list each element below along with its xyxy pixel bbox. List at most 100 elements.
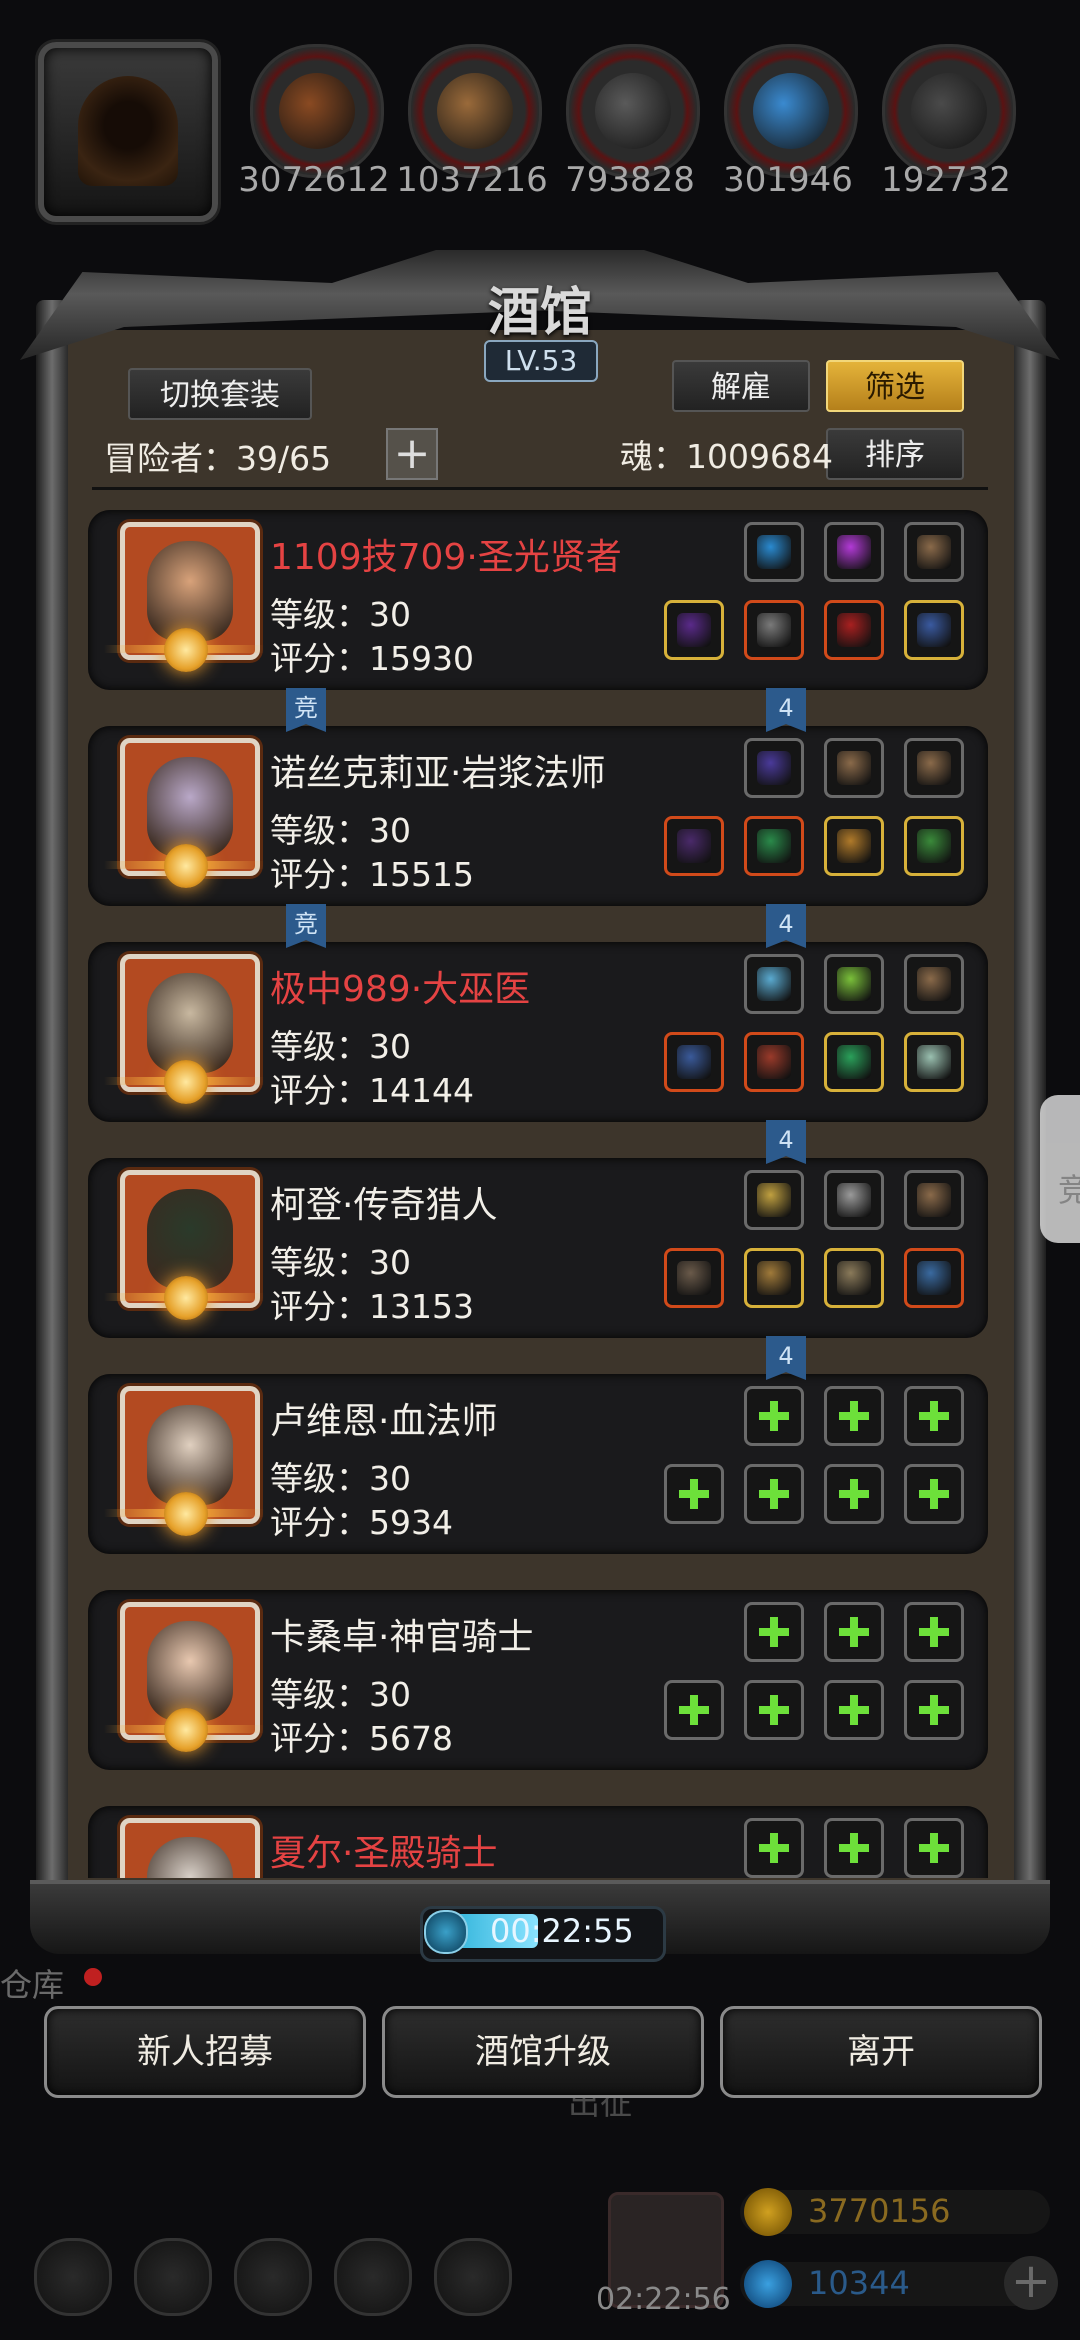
- hero-face: [147, 541, 233, 641]
- mail-icon[interactable]: [334, 2238, 412, 2316]
- hero-name: 诺丝克莉亚·岩浆法师: [270, 753, 606, 794]
- empty-equip-slot[interactable]: [664, 1680, 724, 1740]
- equipment-slot[interactable]: [824, 816, 884, 876]
- gem-amount: 10344: [808, 2264, 910, 2302]
- steel-bar-icon: [911, 73, 987, 149]
- equipment-slot[interactable]: [824, 1170, 884, 1230]
- equipment-slot[interactable]: [904, 522, 964, 582]
- hero-row[interactable]: 卢维恩·血法师 等级：30 评分：5934: [84, 1364, 996, 1554]
- empty-equip-slot[interactable]: [744, 1386, 804, 1446]
- equipment-slot[interactable]: [664, 816, 724, 876]
- equipment-slot[interactable]: [744, 1170, 804, 1230]
- empty-equip-slot[interactable]: [824, 1386, 884, 1446]
- equipment-icon: [837, 535, 871, 569]
- equipment-icon: [917, 751, 951, 785]
- equipment-icon: [917, 1183, 951, 1217]
- equipment-slot[interactable]: [904, 600, 964, 660]
- hero-name: 极中989·大巫医: [270, 969, 531, 1010]
- empty-equip-slot[interactable]: [904, 1680, 964, 1740]
- resource-value: 192732: [881, 160, 1011, 200]
- expand-capacity-button[interactable]: +: [386, 428, 438, 480]
- hero-row[interactable]: 极中989·大巫医 等级：30 评分：14144: [84, 932, 996, 1122]
- hero-row[interactable]: 夏尔·圣殿骑士: [84, 1796, 996, 1878]
- hero-level: 等级：30: [270, 595, 411, 634]
- empty-equip-slot[interactable]: [904, 1818, 964, 1878]
- soul-count: 魂：1009684: [620, 437, 833, 476]
- equipment-slot[interactable]: [744, 816, 804, 876]
- empty-equip-slot[interactable]: [744, 1464, 804, 1524]
- equipment-slot[interactable]: [904, 1032, 964, 1092]
- equipment-slot[interactable]: [904, 816, 964, 876]
- equipment-icon: [757, 613, 791, 647]
- sort-button[interactable]: 排序: [826, 428, 964, 480]
- equipment-slot[interactable]: [744, 738, 804, 798]
- side-tab[interactable]: 竞: [1040, 1095, 1080, 1243]
- hero-row[interactable]: 诺丝克莉亚·岩浆法师 等级：30 评分：15515: [84, 716, 996, 906]
- hero-score: 评分：5934: [270, 1503, 453, 1542]
- equipment-slot[interactable]: [904, 1248, 964, 1308]
- guild-icon[interactable]: [234, 2238, 312, 2316]
- add-plus-icon: [917, 1693, 951, 1727]
- equipment-slot[interactable]: [744, 522, 804, 582]
- settings-icon[interactable]: [34, 2238, 112, 2316]
- equipment-slot[interactable]: [744, 1032, 804, 1092]
- equipment-slot[interactable]: [824, 1032, 884, 1092]
- equipment-icon: [757, 829, 791, 863]
- equipment-slot[interactable]: [824, 1248, 884, 1308]
- hero-list[interactable]: 1109技709·圣光贤者 等级：30 评分：15930 诺丝克莉亚·岩浆法师 等级：3…: [84, 500, 996, 1878]
- skill-icon[interactable]: [134, 2238, 212, 2316]
- empty-equip-slot[interactable]: [824, 1818, 884, 1878]
- equipment-slot[interactable]: [904, 954, 964, 1014]
- filter-button[interactable]: 筛选: [826, 360, 964, 412]
- dismiss-button[interactable]: 解雇: [672, 360, 810, 412]
- equipment-icon: [917, 1261, 951, 1295]
- add-plus-icon: [757, 1615, 791, 1649]
- add-plus-icon: [917, 1477, 951, 1511]
- recruit-button[interactable]: 新人招募: [44, 2006, 366, 2098]
- equipment-slot[interactable]: [824, 522, 884, 582]
- upgrade-tavern-button[interactable]: 酒馆升级: [382, 2006, 704, 2098]
- equipment-slot[interactable]: [744, 1248, 804, 1308]
- hero-row[interactable]: 1109技709·圣光贤者 等级：30 评分：15930: [84, 500, 996, 690]
- empty-equip-slot[interactable]: [824, 1602, 884, 1662]
- equipment-slot[interactable]: [904, 1170, 964, 1230]
- add-currency-button[interactable]: +: [1004, 2256, 1058, 2310]
- hero-face: [147, 1837, 233, 1878]
- empty-equip-slot[interactable]: [824, 1680, 884, 1740]
- notification-dot: [84, 1968, 102, 1986]
- empty-equip-slot[interactable]: [744, 1818, 804, 1878]
- player-avatar[interactable]: [38, 42, 218, 222]
- equipment-slot[interactable]: [744, 600, 804, 660]
- switch-outfit-button[interactable]: 切换套装: [128, 368, 312, 420]
- hero-score: 评分：15515: [270, 855, 474, 894]
- map-icon[interactable]: [434, 2238, 512, 2316]
- frame-left: [36, 300, 68, 1920]
- equipment-slot[interactable]: [824, 738, 884, 798]
- hero-portrait[interactable]: [120, 1818, 260, 1878]
- resource-value: 3072612: [238, 160, 390, 200]
- hero-row[interactable]: 柯登·传奇猎人 等级：30 评分：13153: [84, 1148, 996, 1338]
- empty-equip-slot[interactable]: [904, 1386, 964, 1446]
- equipment-icon: [757, 1261, 791, 1295]
- blue-gem-icon: [744, 2260, 792, 2308]
- equipment-slot[interactable]: [664, 600, 724, 660]
- empty-equip-slot[interactable]: [824, 1464, 884, 1524]
- add-plus-icon: [757, 1477, 791, 1511]
- empty-equip-slot[interactable]: [744, 1602, 804, 1662]
- equipment-slot[interactable]: [824, 600, 884, 660]
- equipment-slot[interactable]: [664, 1032, 724, 1092]
- hero-name: 1109技709·圣光贤者: [270, 537, 622, 578]
- empty-equip-slot[interactable]: [664, 1464, 724, 1524]
- equipment-slot[interactable]: [824, 954, 884, 1014]
- hero-face: [147, 1189, 233, 1289]
- hero-row[interactable]: 卡桑卓·神官骑士 等级：30 评分：5678: [84, 1580, 996, 1770]
- equipment-slot[interactable]: [904, 738, 964, 798]
- empty-equip-slot[interactable]: [904, 1602, 964, 1662]
- timer-text: 00:22:55: [490, 1912, 634, 1950]
- equipment-icon: [837, 1261, 871, 1295]
- equipment-slot[interactable]: [664, 1248, 724, 1308]
- equipment-slot[interactable]: [744, 954, 804, 1014]
- empty-equip-slot[interactable]: [744, 1680, 804, 1740]
- leave-button[interactable]: 离开: [720, 2006, 1042, 2098]
- empty-equip-slot[interactable]: [904, 1464, 964, 1524]
